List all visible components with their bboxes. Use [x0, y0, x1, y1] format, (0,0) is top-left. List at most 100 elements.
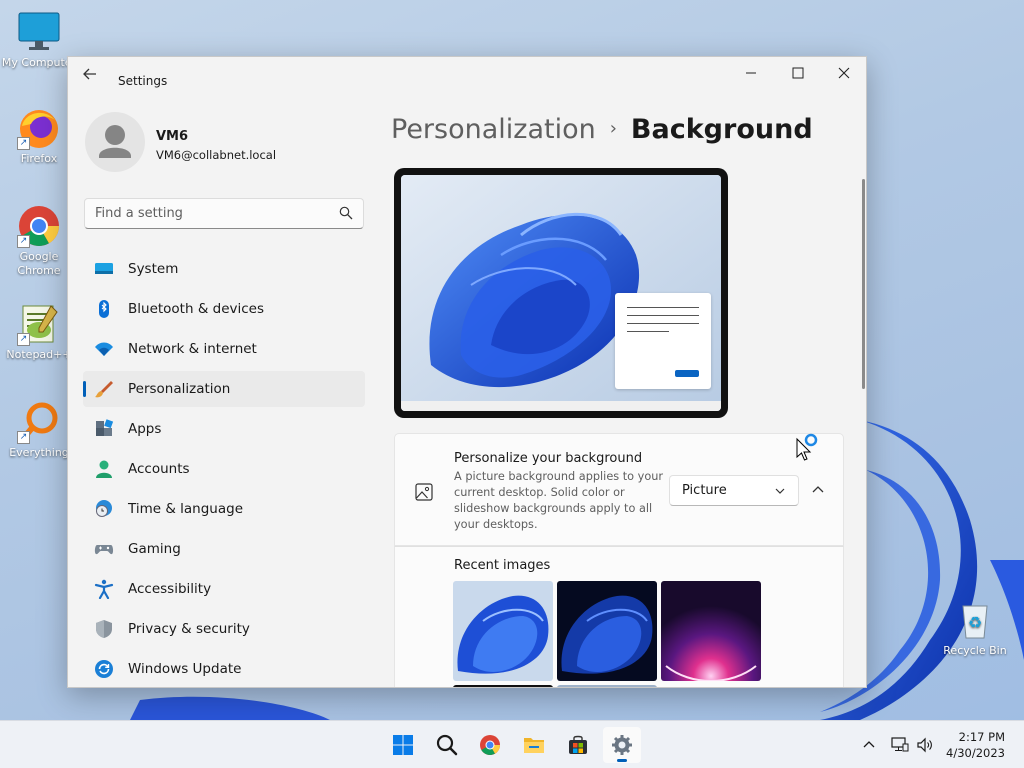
file-explorer-icon [524, 738, 544, 753]
brush-icon [95, 381, 113, 398]
gamepad-icon [94, 545, 114, 555]
sidebar-item-label: Personalization [128, 381, 231, 397]
search-icon [436, 734, 458, 756]
recent-image-thumbnail[interactable] [453, 685, 553, 687]
search-icon[interactable] [339, 206, 353, 220]
dropdown-value: Picture [682, 483, 727, 498]
volume-icon[interactable] [916, 737, 934, 753]
sidebar-item-label: Accessibility [128, 581, 212, 597]
sidebar-item-time-language[interactable]: Time & language [83, 491, 365, 527]
minimize-icon [746, 72, 756, 74]
background-type-dropdown[interactable]: Picture [669, 475, 799, 506]
monitor-icon [17, 10, 61, 54]
settings-window: Settings VM6 VM6@collabnet.local System … [67, 56, 867, 688]
sidebar-item-privacy-security[interactable]: Privacy & security [83, 611, 365, 647]
person-icon [96, 460, 112, 478]
sidebar-item-label: Windows Update [128, 661, 242, 677]
mouse-cursor-busy-icon [796, 433, 818, 461]
chrome-icon [480, 735, 500, 755]
svg-text:♻: ♻ [968, 613, 982, 632]
sidebar-item-personalization[interactable]: Personalization [83, 371, 365, 407]
recent-image-thumbnail[interactable] [557, 581, 657, 681]
back-button[interactable] [80, 66, 100, 86]
preview-taskbar [401, 401, 721, 411]
taskbar-search-button[interactable] [428, 727, 466, 763]
shortcut-arrow-icon: ↗ [17, 137, 30, 150]
sidebar-item-label: Network & internet [128, 341, 257, 357]
sidebar-nav: System Bluetooth & devices Network & int… [83, 251, 365, 687]
settings-icon [612, 735, 632, 755]
background-preview [394, 168, 728, 418]
sidebar-item-system[interactable]: System [83, 251, 365, 287]
taskbar-chrome-button[interactable] [471, 727, 509, 763]
close-icon [838, 67, 850, 79]
chevron-up-icon[interactable] [809, 481, 827, 499]
breadcrumb: Personalization › Background [391, 114, 813, 145]
avatar[interactable] [85, 112, 145, 172]
search-box [84, 198, 364, 229]
minimize-button[interactable] [728, 61, 774, 91]
sidebar-item-label: Bluetooth & devices [128, 301, 265, 317]
personalize-background-card: Personalize your background A picture ba… [394, 433, 844, 546]
taskbar-start-button[interactable] [384, 727, 422, 763]
clock-time[interactable]: 2:17 PM [940, 730, 1005, 744]
breadcrumb-separator: › [609, 118, 617, 139]
recent-image-thumbnail[interactable] [453, 581, 553, 681]
clock-date[interactable]: 4/30/2023 [940, 746, 1005, 760]
start-icon [393, 735, 413, 755]
shield-icon [96, 620, 112, 638]
desktop-icon-label: Recycle Bin [943, 644, 1007, 657]
shortcut-arrow-icon: ↗ [17, 235, 30, 248]
sidebar-item-label: Time & language [128, 501, 244, 517]
recent-image-thumbnail[interactable] [557, 685, 657, 687]
maximize-button[interactable] [775, 61, 821, 91]
chevron-up-icon[interactable] [862, 738, 876, 752]
taskbar-settings-button[interactable] [603, 727, 641, 763]
taskbar: 2:17 PM 4/30/2023 [0, 720, 1024, 768]
monitor-icon [95, 263, 113, 274]
sidebar-item-apps[interactable]: Apps [83, 411, 365, 447]
sidebar-item-label: Apps [128, 421, 162, 437]
preview-screen [401, 175, 721, 411]
recent-images-panel: Recent images [394, 546, 844, 687]
taskbar-store-button[interactable] [559, 727, 597, 763]
taskbar-file-explorer-button[interactable] [515, 727, 553, 763]
active-app-indicator [617, 759, 627, 762]
scrollbar-thumb[interactable] [862, 179, 865, 389]
recent-images-label: Recent images [454, 558, 551, 573]
notepad-plus-plus-icon: ↗ [17, 302, 61, 346]
arrow-left-icon [83, 68, 96, 80]
maximize-icon [792, 67, 804, 79]
sidebar-item-accounts[interactable]: Accounts [83, 451, 365, 487]
close-button[interactable] [821, 61, 866, 91]
sidebar-item-gaming[interactable]: Gaming [83, 531, 365, 567]
apps-icon [96, 419, 114, 436]
recycle-bin-icon: ♻ [953, 598, 997, 642]
desktop-icon-recycle-bin[interactable]: ♻ Recycle Bin [935, 598, 1015, 658]
sidebar-item-windows-update[interactable]: Windows Update [83, 651, 365, 687]
page-title: Background [630, 114, 813, 145]
sidebar-item-label: Privacy & security [128, 621, 250, 637]
breadcrumb-parent[interactable]: Personalization [391, 114, 596, 145]
window-title: Settings [118, 74, 168, 88]
sidebar-item-bluetooth[interactable]: Bluetooth & devices [83, 291, 365, 327]
chrome-icon: ↗ [17, 204, 61, 248]
accessibility-icon [94, 579, 114, 599]
sidebar-item-network[interactable]: Network & internet [83, 331, 365, 367]
sidebar-item-label: Gaming [128, 541, 181, 557]
sidebar-item-label: System [128, 261, 179, 277]
sidebar-item-label: Accounts [128, 461, 190, 477]
globe-clock-icon [96, 500, 112, 517]
search-input[interactable] [85, 199, 325, 228]
firefox-icon: ↗ [17, 106, 61, 150]
recent-image-thumbnail[interactable] [661, 581, 761, 681]
magnifier-search-icon: ↗ [17, 400, 61, 444]
wifi-icon [95, 342, 113, 356]
store-icon [569, 735, 587, 754]
preview-dialog [615, 293, 711, 389]
update-icon [95, 660, 113, 678]
shortcut-arrow-icon: ↗ [17, 333, 30, 346]
sidebar-item-accessibility[interactable]: Accessibility [83, 571, 365, 607]
desktop-icon-label: Google Chrome [17, 250, 61, 277]
network-icon[interactable] [891, 737, 909, 753]
